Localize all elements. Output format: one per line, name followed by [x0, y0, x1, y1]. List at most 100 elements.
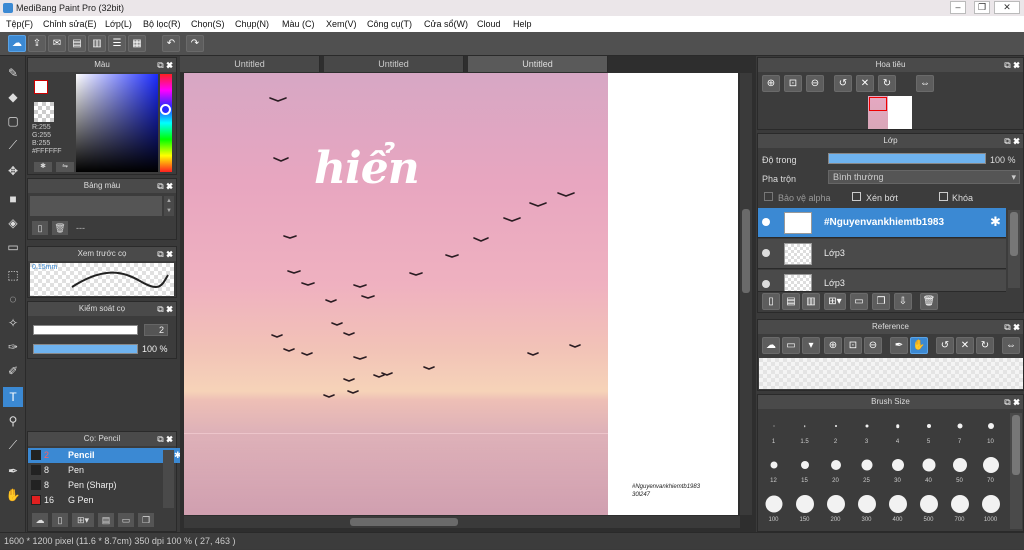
new-raster-layer-icon[interactable]: ▤	[782, 293, 800, 310]
rotate-right-icon[interactable]: ↻	[878, 75, 896, 92]
navigator-thumbnail[interactable]	[868, 96, 912, 129]
page-icon[interactable]: ▤	[68, 35, 86, 52]
brush-size-cell[interactable]: 40	[914, 450, 943, 486]
menu-filter[interactable]: Bộ lọc(R)	[143, 19, 181, 29]
open-reference-icon[interactable]: ▭	[782, 337, 800, 354]
select-eraser-icon[interactable]: ✐	[3, 361, 23, 381]
layer-row[interactable]: Lớp3	[758, 239, 1006, 269]
panel-controls-icon[interactable]: ⧉ ✖	[157, 179, 173, 193]
blend-mode-select[interactable]: Bình thường ▾	[828, 170, 1020, 184]
vertical-scroll-thumb[interactable]	[742, 209, 750, 293]
palette-scrollbar[interactable]: ▲ ▼	[164, 196, 174, 216]
comment-icon[interactable]: ✉	[48, 35, 66, 52]
layer-opacity-slider[interactable]	[828, 153, 986, 164]
canvas-vertical-scrollbar[interactable]	[740, 73, 752, 515]
brush-size-cell[interactable]: 1	[759, 411, 788, 447]
document-icon[interactable]: ▥	[88, 35, 106, 52]
brush-size-cell[interactable]: 1.5	[790, 411, 819, 447]
panel-controls-icon[interactable]: ⧉ ✖	[157, 432, 173, 446]
select-pen-icon[interactable]: ✑	[3, 337, 23, 357]
brush-opacity-slider[interactable]	[33, 344, 138, 354]
folder-layer-icon[interactable]: ▭	[850, 293, 868, 310]
menu-color[interactable]: Màu (C)	[282, 19, 315, 29]
eye-icon[interactable]	[762, 249, 770, 257]
protect-alpha-checkbox[interactable]	[764, 192, 773, 201]
reset-icon[interactable]: ✕	[956, 337, 974, 354]
canvas-white-area[interactable]: #Nguyenvankhiemtb1983 30l247	[608, 73, 738, 515]
hue-slider-handle[interactable]	[160, 104, 171, 115]
panel-controls-icon[interactable]: ⧉ ✖	[157, 247, 173, 261]
canvas-image[interactable]: hiển	[184, 73, 608, 515]
swap-color-icon[interactable]: ⇋	[56, 162, 74, 172]
reset-icon[interactable]: ✕	[856, 75, 874, 92]
flip-icon[interactable]: ⇔	[1002, 337, 1020, 354]
menu-layer[interactable]: Lớp(L)	[105, 19, 132, 29]
tab-untitled-3[interactable]: Untitled	[468, 56, 608, 72]
move-tool-icon[interactable]: ✥	[3, 161, 23, 181]
layer-scroll-thumb[interactable]	[1010, 212, 1018, 256]
brush-size-cell[interactable]: 10	[976, 411, 1005, 447]
reference-view[interactable]	[759, 358, 1023, 389]
menu-view[interactable]: Xem(V)	[326, 19, 357, 29]
delete-layer-icon[interactable]: 🗑	[920, 293, 938, 310]
brush-size-slider[interactable]	[33, 325, 138, 335]
fit-icon[interactable]: ⊡	[844, 337, 862, 354]
zoom-out-icon[interactable]: ⊖	[806, 75, 824, 92]
flip-icon[interactable]: ⇔	[916, 75, 934, 92]
panel-controls-icon[interactable]: ⧉ ✖	[1004, 134, 1020, 148]
brush-tool-icon[interactable]: ✎	[3, 63, 23, 83]
brush-size-cell[interactable]: 500	[914, 489, 943, 525]
brush-size-cell[interactable]: 12	[759, 450, 788, 486]
brush-size-cell[interactable]: 70	[976, 450, 1005, 486]
menu-edit[interactable]: Chỉnh sửa(E)	[43, 19, 97, 29]
foreground-color-swatch[interactable]	[34, 80, 48, 94]
line-tool-icon[interactable]: ⟋	[3, 135, 23, 155]
menu-file[interactable]: Tệp(F)	[6, 19, 33, 29]
layer-row-selected[interactable]: #Nguyenvankhiemtb1983 ✱	[758, 208, 1006, 238]
eye-icon[interactable]	[762, 280, 770, 288]
hand-tool-icon[interactable]: ✋	[3, 485, 23, 505]
brush-size-cell[interactable]: 200	[821, 489, 850, 525]
hue-slider[interactable]	[160, 74, 172, 172]
canvas-horizontal-scrollbar[interactable]	[184, 516, 740, 528]
merge-layer-icon[interactable]: ⇩	[894, 293, 912, 310]
text-tool-icon[interactable]: T	[3, 387, 23, 407]
menu-cloud[interactable]: Cloud	[477, 19, 501, 29]
bucket-tool-icon[interactable]: ◈	[3, 213, 23, 233]
duplicate-layer-icon[interactable]: ❐	[872, 293, 890, 310]
brush-size-cell[interactable]: 15	[790, 450, 819, 486]
magic-wand-icon[interactable]: ✧	[3, 313, 23, 333]
saturation-value-picker[interactable]	[76, 74, 158, 172]
tab-untitled-1[interactable]: Untitled	[180, 56, 320, 72]
eye-icon[interactable]	[762, 218, 770, 226]
select-rect-icon[interactable]: ⬚	[3, 265, 23, 285]
panel-controls-icon[interactable]: ⧉ ✖	[157, 58, 173, 72]
brush-size-cell[interactable]: 7	[945, 411, 974, 447]
grid-icon[interactable]: ▦	[128, 35, 146, 52]
brush-size-scrollbar[interactable]	[1010, 413, 1022, 529]
layer-row[interactable]: Lớp3	[758, 270, 1006, 292]
zoom-in-icon[interactable]: ⊕	[762, 75, 780, 92]
new-brush-icon[interactable]: ▯	[52, 513, 68, 527]
lock-checkbox[interactable]	[939, 192, 948, 201]
cloud-brush-icon[interactable]: ☁	[32, 513, 48, 527]
brush-size-cell[interactable]: 3	[852, 411, 881, 447]
menu-tools[interactable]: Công cụ(T)	[367, 19, 412, 29]
brush-size-cell[interactable]: 20	[821, 450, 850, 486]
layer-settings-icon[interactable]: ✱	[990, 214, 1001, 230]
new-layer-icon[interactable]: ▯	[762, 293, 780, 310]
fill-rect-tool-icon[interactable]: ■	[3, 189, 23, 209]
panel-controls-icon[interactable]: ⧉ ✖	[157, 302, 173, 316]
color-mode-icon[interactable]: ✱	[34, 162, 52, 172]
panel-controls-icon[interactable]: ⧉ ✖	[1004, 320, 1020, 334]
brush-size-cell[interactable]: 700	[945, 489, 974, 525]
brush-size-cell[interactable]: 150	[790, 489, 819, 525]
new-text-layer-icon[interactable]: ▥	[802, 293, 820, 310]
lasso-tool-icon[interactable]: ◌	[3, 289, 23, 309]
folder-brush-icon[interactable]: ▭	[118, 513, 134, 527]
brush-size-cell[interactable]: 2	[821, 411, 850, 447]
menu-snap[interactable]: Chụp(N)	[235, 19, 269, 29]
panel-controls-icon[interactable]: ⧉ ✖	[1004, 395, 1020, 409]
upload-icon[interactable]: ⇪	[28, 35, 46, 52]
brush-size-cell[interactable]: 400	[883, 489, 912, 525]
